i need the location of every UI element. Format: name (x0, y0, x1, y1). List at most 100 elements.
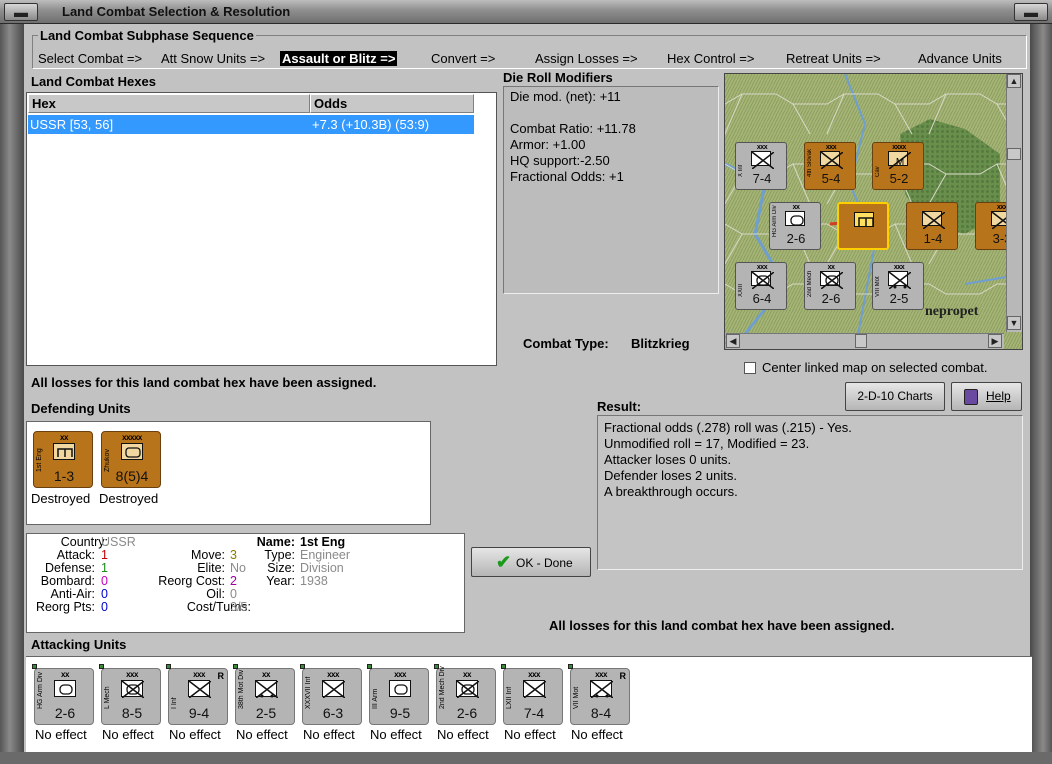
eng-symbol-icon (53, 443, 75, 460)
mech-symbol-icon (820, 271, 843, 289)
unit-strength: 2-6 (786, 231, 806, 246)
attacking-unit-counter[interactable]: xx 2nd Mech Div 2-6 (434, 664, 496, 725)
defending-unit-status: Destroyed (99, 491, 159, 506)
scroll-down-icon[interactable]: ▼ (1007, 316, 1021, 330)
unit-size: xxxx (892, 144, 906, 151)
minimize-button[interactable]: ▬ (4, 3, 38, 21)
country-value: USSR (101, 535, 136, 549)
unit-strength: 2-6 (821, 291, 841, 306)
col-hex[interactable]: Hex (28, 94, 310, 113)
map-unit-counter[interactable]: xxx VIII Mot 2-5 (872, 262, 924, 310)
defending-unit-counter[interactable]: xx 1st Eng 1-3 (33, 431, 93, 488)
inf-symbol-icon (751, 151, 774, 169)
unit-strength: 7-4 (523, 705, 545, 721)
reserve-marker: R (217, 671, 225, 681)
year-label: Year: (266, 574, 295, 588)
unit-size: xx (463, 670, 471, 679)
scroll-right-icon[interactable]: ▶ (988, 334, 1002, 348)
scroll-up-icon[interactable]: ▲ (1007, 74, 1021, 88)
map-horizontal-scrollbar[interactable]: ◀ ▶ (726, 333, 1004, 349)
close-icon: ▬ (1024, 4, 1038, 20)
unit-strength: 2-5 (889, 291, 909, 306)
unit-strength: 7-4 (752, 171, 772, 186)
attacking-unit-counter[interactable]: xxx I Inf 9-4 R (166, 664, 228, 725)
step-assault-or-blitz[interactable]: Assault or Blitz => (280, 51, 398, 66)
help-button[interactable]: Help (951, 382, 1022, 411)
ok-done-button[interactable]: ✔ OK - Done (471, 547, 591, 577)
fractional-odds: Fractional Odds: +1 (510, 169, 624, 184)
checkmark-icon: ✔ (496, 552, 512, 572)
oil-value: 0 (230, 587, 237, 601)
type-value: Engineer (300, 548, 351, 562)
attacking-unit-status: No effect (169, 727, 221, 742)
attacking-unit-counter[interactable]: xxx III Arm 9-5 (367, 664, 429, 725)
eng-symbol-icon (854, 212, 874, 227)
unit-strength: 6-3 (322, 705, 344, 721)
unit-strength: 2-6 (456, 705, 478, 721)
linked-map[interactable]: xxx X Inf 7-4 xxx 4th Slovak 5-4 xxxx Cav M 5-2 xx… (724, 73, 1023, 350)
step-retreat-units[interactable]: Retreat Units => (786, 51, 881, 66)
step-hex-control[interactable]: Hex Control => (667, 51, 754, 66)
target-hex-counter[interactable] (837, 202, 889, 250)
map-unit-counter[interactable]: xx HG Arm Div 2-6 (769, 202, 821, 250)
center-map-checkbox[interactable] (744, 362, 756, 374)
unit-strength: 2-6 (54, 705, 76, 721)
supply-marker-icon (166, 664, 171, 669)
attacking-unit-counter[interactable]: xxx LXII Inf 7-4 (501, 664, 563, 725)
costturns-value: 3/5 (230, 600, 248, 614)
step-advance-units[interactable]: Advance Units (918, 51, 1002, 66)
mech-symbol-icon (751, 271, 774, 289)
scroll-left-icon[interactable]: ◀ (726, 334, 740, 348)
unit-size: xxx (327, 670, 339, 679)
step-convert[interactable]: Convert => (431, 51, 495, 66)
map-unit-counter[interactable]: xxx XXIII 6-4 (735, 262, 787, 310)
bombard-label: Bombard: (40, 574, 95, 588)
map-unit-counter[interactable]: 1-4 (906, 202, 958, 250)
unit-size: xx (262, 670, 270, 679)
size-value: Division (300, 561, 344, 575)
vertical-scroll-thumb[interactable] (1007, 148, 1021, 160)
result-line-2: Unmodified roll = 17, Modified = 23. (604, 436, 810, 451)
size-label: Size: (267, 561, 295, 575)
attacking-unit-status: No effect (236, 727, 288, 742)
inf-symbol-icon (820, 151, 843, 169)
map-unit-counter[interactable]: xxx X Inf 7-4 (735, 142, 787, 190)
die-roll-panel (503, 86, 719, 294)
attacking-unit-counter[interactable]: xxx XXXVII Inf 6-3 (300, 664, 362, 725)
charts-button[interactable]: 2-D-10 Charts (845, 382, 945, 411)
close-button[interactable]: ▬ (1014, 3, 1048, 21)
mech-symbol-icon (121, 680, 144, 698)
supply-marker-icon (501, 664, 506, 669)
unit-strength: 8(5)4 (115, 468, 149, 484)
ok-done-label: OK - Done (516, 556, 573, 570)
map-unit-counter[interactable]: xx 2nd Mech 2-6 (804, 262, 856, 310)
horizontal-scroll-thumb[interactable] (855, 334, 867, 348)
map-unit-counter[interactable]: xxx 4th Slovak 5-4 (804, 142, 856, 190)
map-vertical-scrollbar[interactable]: ▲ ▼ (1006, 74, 1022, 332)
defending-unit-counter[interactable]: xxxxx Zhukov 8(5)4 (101, 431, 161, 488)
oil-label: Oil: (206, 587, 225, 601)
unit-size: xx (827, 264, 835, 271)
map-unit-counter[interactable]: xxxx Cav M 5-2 (872, 142, 924, 190)
cav-symbol-icon: M (888, 151, 911, 169)
window-title: Land Combat Selection & Resolution (62, 4, 291, 19)
hex-row[interactable]: USSR [53, 56] +7.3 (+10.3B) (53:9) (28, 115, 474, 134)
mot-symbol-icon (590, 680, 613, 698)
unit-size: xx (60, 433, 68, 442)
defending-title: Defending Units (31, 401, 131, 416)
col-odds[interactable]: Odds (310, 94, 474, 113)
attacking-unit-status: No effect (370, 727, 422, 742)
supply-marker-icon (32, 664, 37, 669)
attacking-unit-counter[interactable]: xx 38th Mot Div 2-5 (233, 664, 295, 725)
step-select-combat[interactable]: Select Combat => (38, 51, 142, 66)
attack-value: 1 (101, 548, 108, 562)
attacking-unit-status: No effect (102, 727, 154, 742)
supply-marker-icon (434, 664, 439, 669)
attacking-unit-counter[interactable]: xxx L Mech 8-5 (99, 664, 161, 725)
attacking-unit-counter[interactable]: xxx VII Mot 8-4 R (568, 664, 630, 725)
hq-support: HQ support:-2.50 (510, 153, 610, 168)
attacking-unit-counter[interactable]: xx HG Arm Div 2-6 (32, 664, 94, 725)
attacking-title: Attacking Units (31, 637, 127, 652)
step-att-snow-units[interactable]: Att Snow Units => (161, 51, 265, 66)
step-assign-losses[interactable]: Assign Losses => (535, 51, 638, 66)
